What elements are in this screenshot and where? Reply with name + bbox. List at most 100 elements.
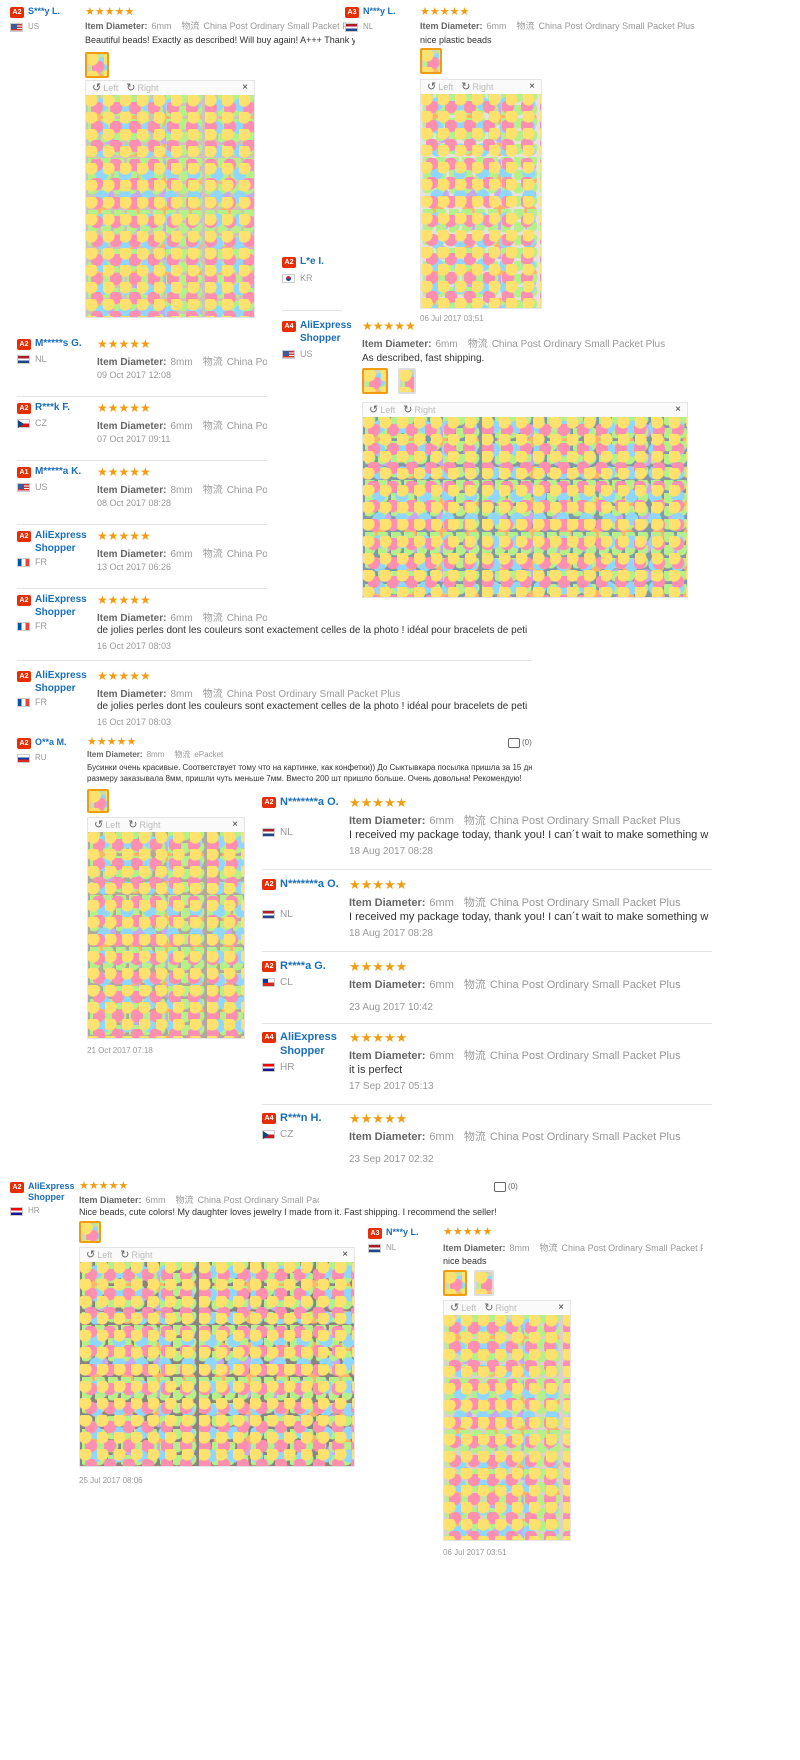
rotate-left-button[interactable]: Left xyxy=(438,82,453,92)
photo-thumbnail[interactable] xyxy=(420,48,442,74)
review-divider xyxy=(17,524,267,525)
rotate-right-icon[interactable]: ↻ xyxy=(120,1249,129,1261)
rotate-left-button[interactable]: Left xyxy=(103,83,118,93)
star-rating: ★★★★★ xyxy=(97,669,151,683)
level-badge: A4 xyxy=(282,321,296,332)
shipping-method: China Post Ordinary Small Packet Plus xyxy=(197,1195,319,1205)
review-date: 16 Oct 2017 08:03 xyxy=(97,641,172,651)
reviewer-name[interactable]: N***y L. xyxy=(363,6,396,16)
rotate-right-icon[interactable]: ↻ xyxy=(484,1302,493,1314)
country-code: RU xyxy=(35,753,47,762)
review-date: 06 Jul 2017 03:51 xyxy=(443,1548,507,1557)
diameter-label: Item Diameter: xyxy=(443,1243,506,1253)
star-rating: ★★★★★ xyxy=(349,795,408,810)
thumbs-up-icon[interactable] xyxy=(508,738,520,748)
rotate-right-button[interactable]: Right xyxy=(137,83,158,93)
rotate-right-icon[interactable]: ↻ xyxy=(126,82,135,94)
rotate-right-button[interactable]: Right xyxy=(495,1303,516,1313)
rotate-left-button[interactable]: Left xyxy=(461,1303,476,1313)
reviewer-name[interactable]: M*****a K. xyxy=(35,466,105,479)
country-flag-icon xyxy=(17,355,30,364)
rotate-left-icon[interactable]: ↺ xyxy=(94,819,103,831)
level-badge: A2 xyxy=(17,339,31,350)
reviewer-name[interactable]: L*e I. xyxy=(300,256,324,267)
shipping-method: China Post Or xyxy=(226,549,267,560)
diameter-label: Item Diameter: xyxy=(97,485,167,496)
level-badge: A2 xyxy=(262,797,276,808)
logistics-label: 物流 xyxy=(202,485,223,496)
reviewer-name[interactable]: AliExpress Shopper xyxy=(35,670,105,695)
star-rating: ★★★★★ xyxy=(97,337,151,351)
reviewer-name[interactable]: R***n H. xyxy=(280,1112,355,1126)
item-specs: Item Diameter:6mm 物流China Post Or xyxy=(97,609,267,624)
country-flag-icon xyxy=(10,1207,23,1216)
close-icon[interactable]: × xyxy=(342,1248,348,1262)
reviewer-name[interactable]: O**a M. xyxy=(35,737,67,747)
rotate-left-button[interactable]: Left xyxy=(380,405,395,415)
logistics-label: 物流 xyxy=(463,979,486,991)
review-photo[interactable] xyxy=(86,95,254,317)
rotate-left-button[interactable]: Left xyxy=(105,820,120,830)
photo-thumbnail[interactable] xyxy=(362,368,388,394)
close-icon[interactable]: × xyxy=(242,81,248,95)
rotate-left-icon[interactable]: ↺ xyxy=(427,81,436,93)
rotate-right-button[interactable]: Right xyxy=(472,82,493,92)
rotate-left-icon[interactable]: ↺ xyxy=(86,1249,95,1261)
photo-thumbnail[interactable] xyxy=(79,1221,101,1243)
review-divider xyxy=(262,1104,712,1105)
rotate-right-icon[interactable]: ↻ xyxy=(461,81,470,93)
photo-thumbnail[interactable] xyxy=(398,368,416,394)
country-flag-icon xyxy=(17,419,30,428)
close-icon[interactable]: × xyxy=(558,1301,564,1315)
rotate-right-icon[interactable]: ↻ xyxy=(403,404,412,416)
reviewer-name[interactable]: AliExpress Shopper xyxy=(35,530,105,555)
reviewer-name[interactable]: AliExpress Shopper xyxy=(280,1031,355,1059)
reviewer-name[interactable]: AliExpress Shopper xyxy=(35,594,105,619)
photo-thumbnail[interactable] xyxy=(85,52,109,78)
rotate-left-icon[interactable]: ↺ xyxy=(369,404,378,416)
photo-thumbnail[interactable] xyxy=(474,1270,494,1296)
rotate-left-icon[interactable]: ↺ xyxy=(92,82,101,94)
reviewer-name[interactable]: S***y L. xyxy=(28,6,60,16)
reviewer-name[interactable]: R***k F. xyxy=(35,402,105,415)
photo-thumbnail[interactable] xyxy=(443,1270,467,1296)
reviewer-name[interactable]: N*******a O. xyxy=(280,878,355,892)
reviewer-name[interactable]: AliExpress Shopper xyxy=(300,320,365,345)
country-code: NL xyxy=(280,827,293,838)
rotate-left-icon[interactable]: ↺ xyxy=(450,1302,459,1314)
rotate-right-button[interactable]: Right xyxy=(139,820,160,830)
diameter-value: 8mm xyxy=(170,689,193,700)
reviewer-name[interactable]: R****a G. xyxy=(280,960,355,974)
review-text: Nice beads, cute colors! My daughter lov… xyxy=(79,1207,497,1217)
close-icon[interactable]: × xyxy=(529,80,535,94)
diameter-value: 8mm xyxy=(146,750,165,759)
review-photo[interactable] xyxy=(80,1262,354,1466)
star-rating: ★★★★★ xyxy=(87,736,137,748)
rotate-right-button[interactable]: Right xyxy=(131,1250,152,1260)
review-photo[interactable] xyxy=(444,1315,570,1540)
rotate-right-icon[interactable]: ↻ xyxy=(128,819,137,831)
shipping-method: China Post Ordinary Small Packet Plus xyxy=(489,1131,681,1143)
review-divider xyxy=(17,396,267,397)
logistics-label: 物流 xyxy=(539,1243,558,1253)
logistics-label: 物流 xyxy=(174,750,191,759)
country-flag-icon xyxy=(262,828,275,837)
country-flag-icon xyxy=(17,754,30,763)
reviewer-name[interactable]: N*******a O. xyxy=(280,796,355,810)
country-code: FR xyxy=(35,697,47,707)
review-divider xyxy=(262,1023,712,1024)
thumbs-up-icon[interactable] xyxy=(494,1182,506,1192)
like-button[interactable]: (0) xyxy=(508,738,532,748)
rotate-right-button[interactable]: Right xyxy=(414,405,435,415)
review-photo[interactable] xyxy=(363,417,687,597)
reviewer-name[interactable]: N***y L. xyxy=(386,1227,419,1237)
like-button[interactable]: (0) xyxy=(494,1182,518,1192)
close-icon[interactable]: × xyxy=(232,818,238,832)
reviewer-name[interactable]: M*****s G. xyxy=(35,338,105,351)
review-photo[interactable] xyxy=(421,94,541,308)
close-icon[interactable]: × xyxy=(675,403,681,417)
photo-thumbnail[interactable] xyxy=(87,789,109,813)
review-photo[interactable] xyxy=(88,832,244,1038)
rotate-left-button[interactable]: Left xyxy=(97,1250,112,1260)
shipping-method: China Post Or xyxy=(226,485,267,496)
